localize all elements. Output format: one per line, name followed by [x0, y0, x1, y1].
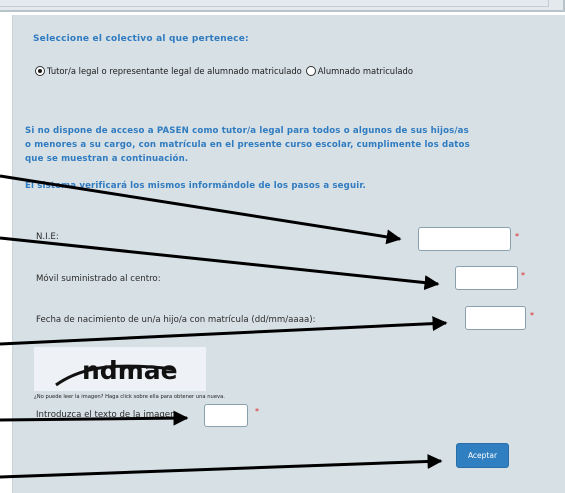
arrow-to-fecha: [0, 316, 448, 346]
arrow-to-captcha: [0, 410, 189, 426]
arrow-to-aceptar: [0, 453, 443, 479]
annotation-arrows: [0, 174, 448, 479]
arrow-to-movil: [0, 236, 440, 291]
arrow-to-nie: [0, 174, 402, 245]
